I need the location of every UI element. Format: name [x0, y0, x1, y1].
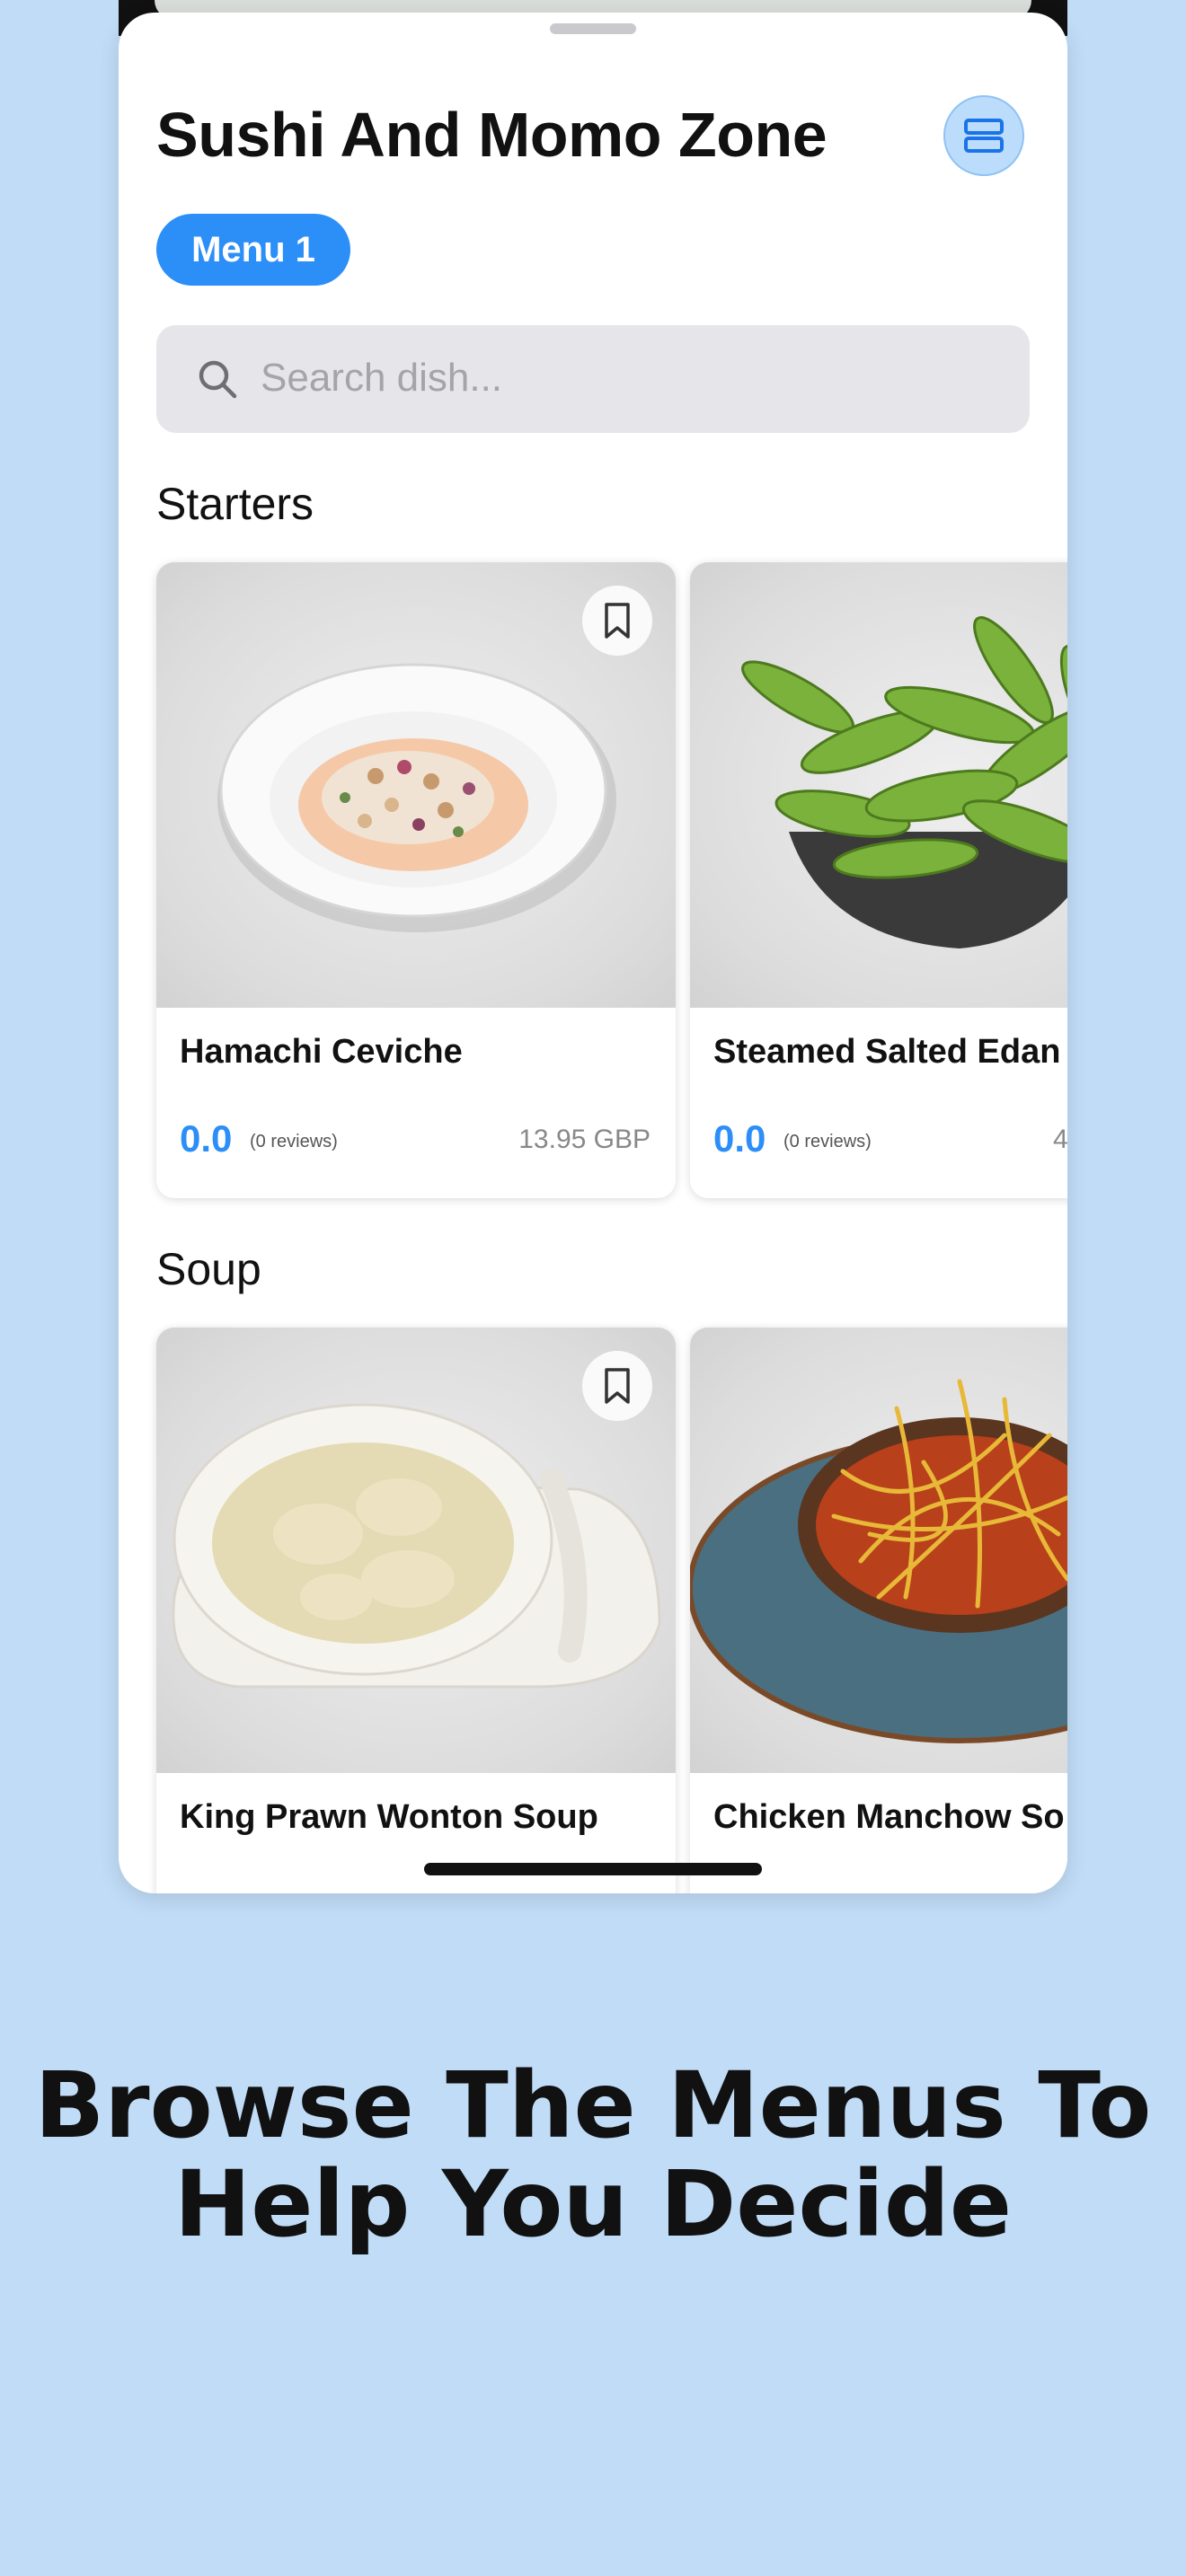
caption-line-2: Help You Decide: [173, 2151, 1013, 2258]
dish-card[interactable]: Hamachi Ceviche 0.0 (0 reviews) 13.95 GB…: [156, 562, 676, 1198]
dish-name: Chicken Manchow So: [713, 1798, 1065, 1836]
manchow-soup-illustration: [690, 1379, 1067, 1743]
dish-reviews: (0 reviews): [783, 1132, 872, 1151]
layout-toggle-button[interactable]: [943, 95, 1024, 176]
dish-rating: 0.0: [713, 1117, 766, 1160]
dish-price: 4: [1053, 1125, 1067, 1154]
dish-image: [690, 562, 1067, 1008]
search-placeholder: Search dish...: [261, 356, 503, 400]
bookmark-icon: [605, 603, 630, 639]
search-input[interactable]: Search dish...: [156, 325, 1030, 433]
bookmark-button[interactable]: [582, 586, 652, 656]
menu-tab-1[interactable]: Menu 1: [156, 214, 350, 286]
dish-card[interactable]: Chicken Manchow So: [690, 1328, 1067, 1893]
sheet-grabber[interactable]: [550, 23, 636, 34]
dish-card[interactable]: Steamed Salted Edan 0.0 (0 reviews) 4: [690, 562, 1067, 1198]
dish-rating: 0.0: [180, 1117, 233, 1160]
home-indicator: [424, 1863, 762, 1875]
dish-image: [690, 1328, 1067, 1773]
section-title-starters: Starters: [156, 479, 314, 529]
dish-name: King Prawn Wonton Soup: [180, 1798, 598, 1836]
search-icon: [199, 360, 237, 399]
bookmark-icon: [605, 1368, 630, 1404]
caption-line-1: Browse The Menus To: [34, 2052, 1152, 2159]
dish-image: [156, 562, 676, 1008]
dish-card[interactable]: King Prawn Wonton Soup: [156, 1328, 676, 1893]
dish-name: Steamed Salted Edan: [713, 1033, 1061, 1071]
dish-reviews: (0 reviews): [250, 1132, 338, 1151]
dish-image: [156, 1328, 676, 1773]
dish-name: Hamachi Ceviche: [180, 1033, 463, 1071]
bookmark-button[interactable]: [582, 1351, 652, 1421]
dish-price: 13.95 GBP: [518, 1125, 651, 1154]
restaurant-title: Sushi And Momo Zone: [156, 100, 828, 170]
edamame-bowl-illustration: [741, 616, 1067, 948]
section-title-soup: Soup: [156, 1244, 261, 1294]
promo-caption: Browse The Menus To Help You Decide: [0, 2057, 1186, 2254]
menu-sheet: Sushi And Momo Zone Menu 1 Search dish..…: [119, 13, 1067, 1893]
layout-toggle-icon: [964, 119, 1004, 153]
